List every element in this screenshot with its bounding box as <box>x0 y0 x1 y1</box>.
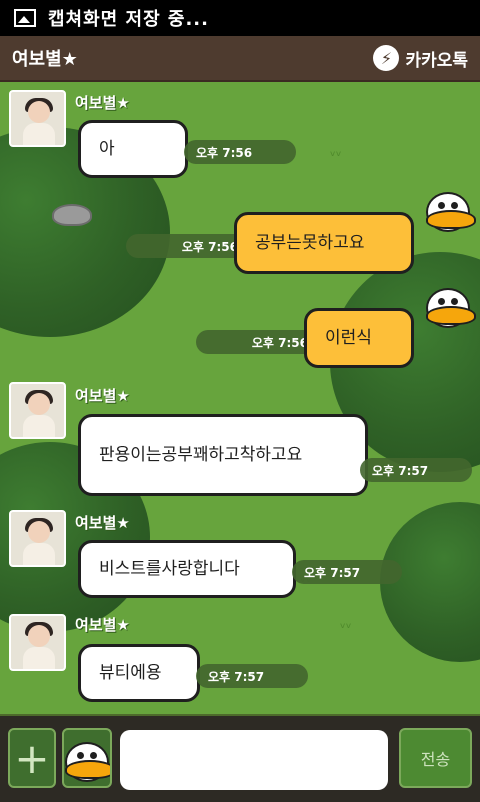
avatar[interactable] <box>9 614 66 671</box>
status-text: 캡쳐화면 저장 중... <box>48 9 209 30</box>
chat-title: 여보별★ <box>12 49 78 70</box>
plus-icon[interactable]: + <box>8 728 56 788</box>
message-input[interactable] <box>120 730 388 790</box>
message-time: 오후 7:56 <box>126 234 250 258</box>
sender-name: 여보별★ <box>75 514 130 532</box>
brand[interactable]: ⚡ 카카오톡 <box>373 45 468 71</box>
sender-name: 여보별★ <box>75 616 130 634</box>
message-bubble[interactable]: 뷰티에용 <box>78 644 200 702</box>
duck-profile-icon <box>424 192 476 236</box>
status-bar: 캡쳐화면 저장 중... <box>0 0 480 36</box>
message-time: 오후 7:57 <box>360 458 472 482</box>
message-time: 오후 7:57 <box>196 664 308 688</box>
image-icon <box>14 9 36 27</box>
duck-emoticon-icon[interactable] <box>62 728 112 788</box>
send-button[interactable]: 전송 <box>399 728 472 788</box>
grass-decoration: ᵥᵥ <box>340 616 352 632</box>
grass-decoration: ᵥᵥ <box>330 144 342 160</box>
avatar[interactable] <box>9 510 66 567</box>
avatar[interactable] <box>9 90 66 147</box>
message-bubble[interactable]: 이런식 <box>304 308 414 368</box>
message-time: 오후 7:57 <box>292 560 402 584</box>
chat-area[interactable]: ᵥᵥ ᵥᵥ ᵥᵥ 여보별★ 아 오후 7:56 오후 7:56 공부는못하고요 … <box>0 82 480 714</box>
sender-name: 여보별★ <box>75 387 130 405</box>
rock-decoration <box>52 204 92 226</box>
message-bubble[interactable]: 비스트를사랑합니다 <box>78 540 296 598</box>
input-bar: + 전송 <box>0 714 480 802</box>
message-bubble[interactable]: 공부는못하고요 <box>234 212 414 274</box>
message-time: 오후 7:56 <box>196 330 320 354</box>
kakao-talk-icon: ⚡ <box>373 45 400 71</box>
chat-header: 여보별★ ⚡ 카카오톡 <box>0 36 480 82</box>
message-bubble[interactable]: 판용이는공부꽤하고착하고요 <box>78 414 368 496</box>
sender-name: 여보별★ <box>75 94 130 112</box>
message-time: 오후 7:56 <box>184 140 296 164</box>
brand-label: 카카오톡 <box>405 50 468 71</box>
message-bubble[interactable]: 아 <box>78 120 188 178</box>
duck-profile-icon <box>424 288 476 332</box>
avatar[interactable] <box>9 382 66 439</box>
